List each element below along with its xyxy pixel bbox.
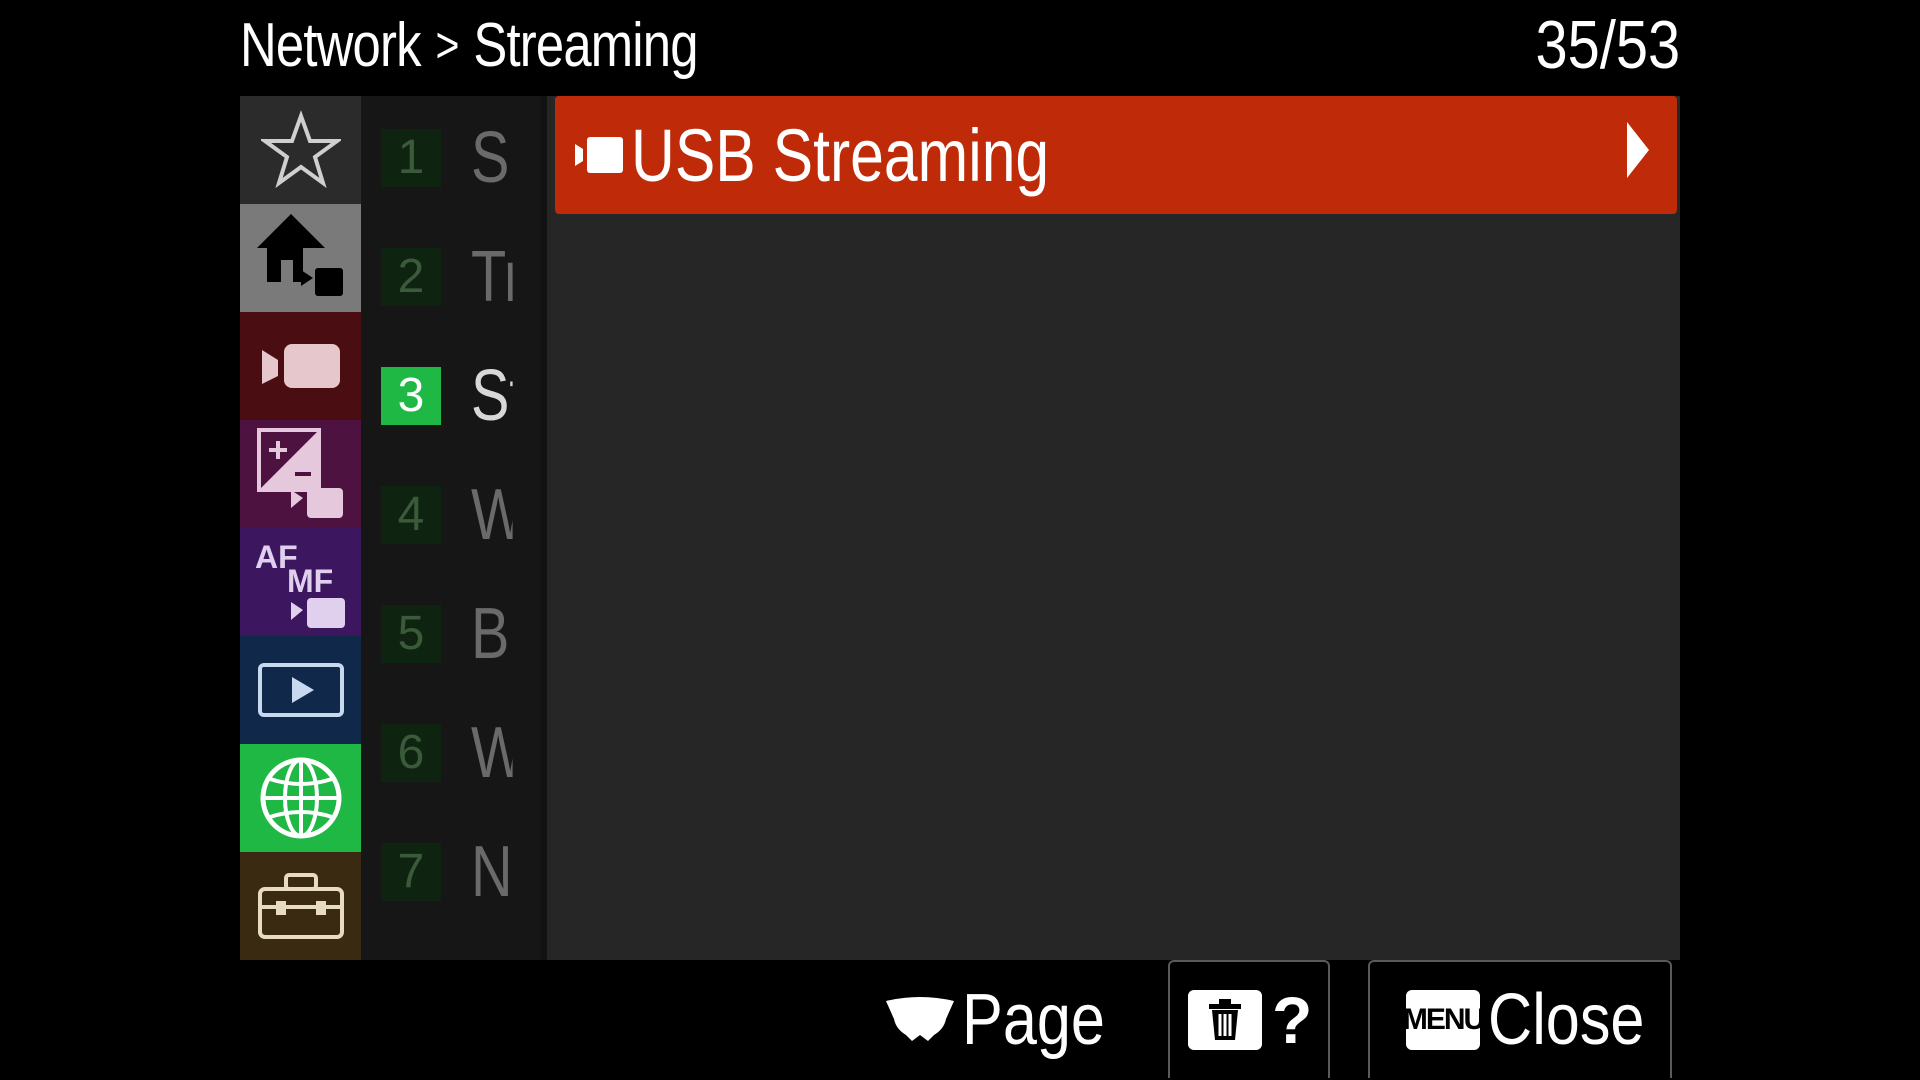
menu-item-label: USB Streaming <box>631 113 1050 197</box>
category-tab-exposure-color[interactable] <box>240 420 361 528</box>
toolbox-icon <box>257 873 344 939</box>
sub-page-number: 2 <box>381 247 441 306</box>
sub-page-number: 3 <box>381 366 441 425</box>
sub-page-label: St <box>471 355 513 436</box>
sub-page-label: Tr <box>471 236 513 317</box>
page-label: Page <box>962 980 1105 1060</box>
breadcrumb-parent: Network <box>240 10 422 80</box>
help-button[interactable]: ? <box>1168 960 1330 1078</box>
menu-item-list: USB Streaming <box>541 96 1680 960</box>
movie-camera-icon <box>261 344 340 388</box>
sub-page-3[interactable]: 3 St <box>361 336 541 455</box>
sub-page-label: Sr <box>471 117 513 198</box>
footer-bar: Page ? MENU Close <box>0 960 1920 1080</box>
sub-page-list: 1 Sr 2 Tr 3 St 4 W 5 Bl 6 W 7 Ne <box>361 96 541 960</box>
sub-page-number: 1 <box>381 128 441 187</box>
close-label: Close <box>1488 980 1645 1060</box>
control-wheel-icon <box>886 997 954 1041</box>
sub-page-number: 6 <box>381 723 441 782</box>
globe-icon <box>260 757 341 839</box>
sub-page-number: 4 <box>381 485 441 544</box>
sub-page-7[interactable]: 7 Ne <box>361 812 541 931</box>
breadcrumb: Network > Streaming <box>240 0 699 90</box>
exposure-comp-icon <box>256 428 343 518</box>
category-tab-shooting[interactable] <box>240 312 361 420</box>
sub-page-number: 5 <box>381 604 441 663</box>
category-tab-my-menu[interactable] <box>240 96 361 204</box>
sub-page-label: W <box>471 474 513 556</box>
sub-page-4[interactable]: 4 W <box>361 455 541 574</box>
af-mf-icon: AF MF <box>255 539 345 628</box>
svg-text:MF: MF <box>287 563 333 599</box>
help-label: ? <box>1272 983 1313 1057</box>
category-tab-network[interactable] <box>240 744 361 852</box>
home-movie-icon <box>256 214 343 296</box>
page-indicator: 35/53 <box>1535 7 1680 83</box>
page-hint[interactable]: Page <box>884 960 1130 1080</box>
menu-panel: AF MF 1 S 2 T 3 S 4 5 B 6 7 N USB Stream… <box>240 96 1680 960</box>
close-button[interactable]: MENU Close <box>1368 960 1672 1078</box>
category-tab-setup[interactable] <box>240 852 361 960</box>
trash-icon <box>1188 990 1262 1050</box>
category-tab-playback[interactable] <box>240 636 361 744</box>
sub-page-5[interactable]: 5 Bl <box>361 574 541 693</box>
breadcrumb-separator-icon: > <box>435 17 459 73</box>
sub-page-number: 7 <box>381 842 441 901</box>
chevron-right-icon <box>1625 120 1651 184</box>
menu-key-icon: MENU <box>1403 990 1485 1050</box>
breadcrumb-current: Streaming <box>473 10 698 80</box>
category-tab-focus[interactable]: AF MF <box>240 528 361 636</box>
menu-item-usb-streaming[interactable]: USB Streaming <box>555 96 1677 214</box>
star-icon <box>260 110 341 189</box>
movie-mode-icon <box>573 132 625 178</box>
category-tab-main[interactable] <box>240 204 361 312</box>
category-sidebar: AF MF <box>240 96 361 960</box>
sub-page-6[interactable]: 6 W <box>361 693 541 812</box>
playback-icon <box>257 663 344 717</box>
sub-page-1[interactable]: 1 Sr <box>361 98 541 217</box>
sub-page-2[interactable]: 2 Tr <box>361 217 541 336</box>
sub-page-label: Bl <box>471 593 513 674</box>
sub-page-label: W <box>471 712 513 794</box>
sub-page-label: Ne <box>471 831 513 912</box>
